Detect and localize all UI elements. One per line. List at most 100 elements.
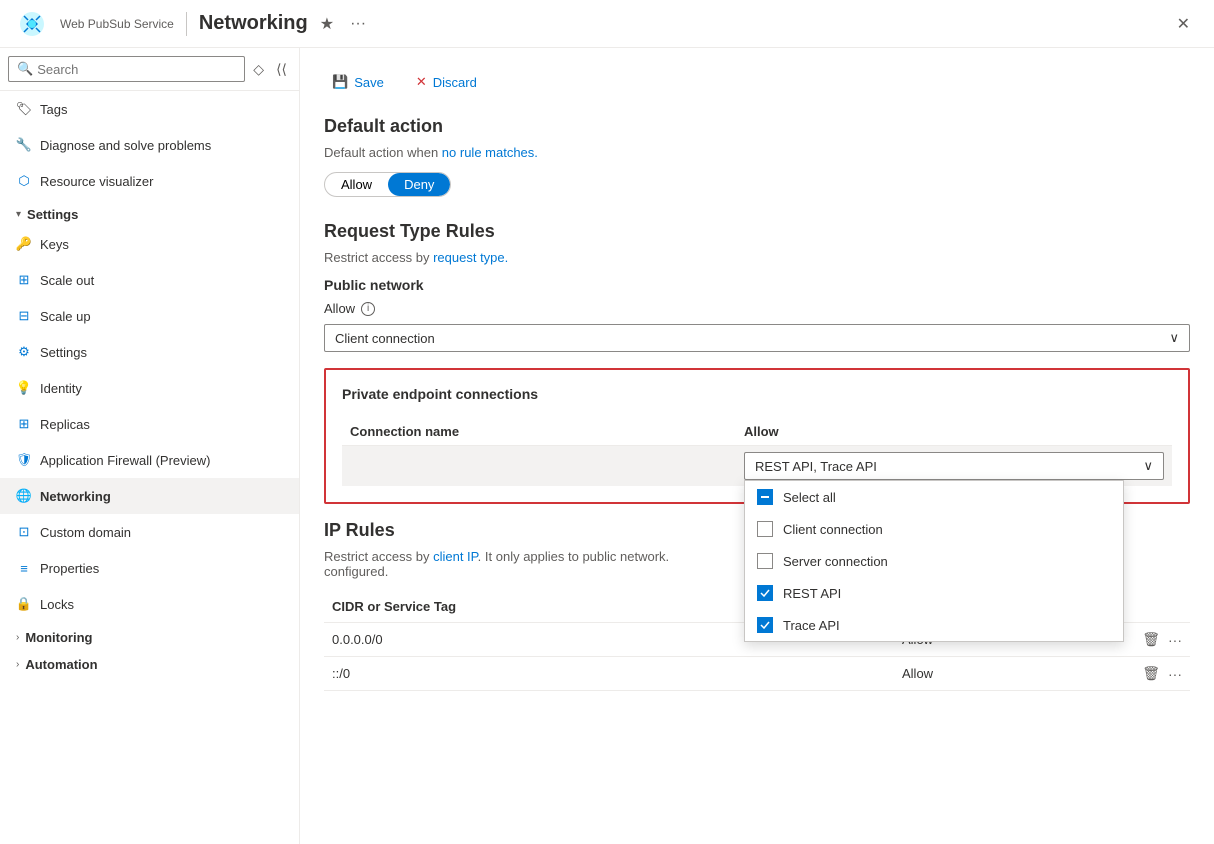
request-type-title: Request Type Rules	[324, 221, 1190, 242]
sidebar-item-label: Scale out	[40, 273, 94, 288]
firewall-icon: 🛡	[16, 452, 32, 468]
discard-button[interactable]: ✕ Discard	[408, 68, 485, 96]
key-icon: 🔑	[16, 236, 32, 252]
pe-dropdown-item-select-all[interactable]: Select all	[745, 481, 1123, 513]
client-ip-link[interactable]: client IP	[433, 549, 478, 564]
more-options-button[interactable]: ···	[346, 11, 370, 37]
network-icon: ⬡	[16, 173, 32, 189]
pe-table: Connection name Allow REST API, Trace AP…	[342, 418, 1172, 486]
allow-label-row: Allow i	[324, 301, 1190, 316]
client-connection-checkbox	[757, 521, 773, 537]
pe-dropdown-arrow-icon: ∨	[1143, 458, 1153, 474]
sidebar-item-settings[interactable]: ⚙ Settings	[0, 334, 299, 370]
public-network-dropdown-value: Client connection	[335, 331, 435, 346]
pe-dropdown-item-server-connection[interactable]: Server connection	[745, 545, 1123, 577]
ip-action-value: Allow	[902, 666, 1102, 681]
sidebar-item-custom-domain[interactable]: ⊡ Custom domain	[0, 514, 299, 550]
chevron-down-icon: ▾	[16, 209, 21, 220]
server-connection-label: Server connection	[783, 554, 888, 569]
allow-toggle-button[interactable]: Allow	[325, 173, 388, 196]
discard-label: Discard	[433, 75, 477, 90]
properties-icon: ≡	[16, 560, 32, 576]
delete-row-button[interactable]: 🗑	[1142, 665, 1160, 682]
sidebar-item-label: Application Firewall (Preview)	[40, 453, 211, 468]
sidebar-section-monitoring[interactable]: › Monitoring	[0, 622, 299, 649]
more-row-button[interactable]: ···	[1168, 631, 1182, 648]
sidebar-section-settings[interactable]: ▾ Settings	[0, 199, 299, 226]
tag-icon: 🏷	[16, 101, 32, 117]
rest-api-checkbox	[757, 585, 773, 601]
sidebar-item-label: Replicas	[40, 417, 90, 432]
settings-icon: ⚙	[16, 344, 32, 360]
save-button[interactable]: 💾 Save	[324, 68, 392, 96]
sidebar-item-label: Identity	[40, 381, 82, 396]
sidebar-item-properties[interactable]: ≡ Properties	[0, 550, 299, 586]
networking-icon: 🌐	[16, 488, 32, 504]
scale-up-icon: ⊟	[16, 308, 32, 324]
default-action-title: Default action	[324, 116, 1190, 137]
section-label: Automation	[25, 657, 97, 672]
pe-dropdown-item-rest-api[interactable]: REST API	[745, 577, 1123, 609]
request-type-rules-section: Request Type Rules Restrict access by re…	[324, 221, 1190, 352]
app-logo	[16, 8, 48, 40]
pe-col-allow-header: Allow	[744, 424, 1164, 439]
close-button[interactable]: ✕	[1169, 10, 1198, 38]
wrench-icon: 🔧	[16, 137, 32, 153]
public-network-label: Public network	[324, 277, 1190, 293]
search-input[interactable]	[37, 62, 236, 77]
header-divider	[186, 12, 187, 36]
pe-dropdown-item-trace-api[interactable]: Trace API	[745, 609, 1123, 641]
sidebar-collapse-button[interactable]: ⟨⟨	[272, 57, 291, 82]
sidebar-search-row: 🔍 ◇ ⟨⟨	[0, 48, 299, 91]
sidebar-item-networking[interactable]: 🌐 Networking	[0, 478, 299, 514]
deny-toggle-button[interactable]: Deny	[388, 173, 450, 196]
server-connection-checkbox	[757, 553, 773, 569]
chevron-right-icon: ›	[16, 659, 19, 670]
search-input-container: 🔍	[8, 56, 245, 82]
pe-allow-dropdown-container: REST API, Trace API ∨ Select all	[744, 452, 1164, 480]
search-icon: 🔍	[17, 61, 33, 77]
main-content: 💾 Save ✕ Discard Default action Default …	[300, 48, 1214, 844]
sidebar-pin-button[interactable]: ◇	[249, 57, 268, 82]
sidebar-item-label: Custom domain	[40, 525, 131, 540]
pe-table-header: Connection name Allow	[342, 418, 1172, 446]
section-label: Settings	[27, 207, 78, 222]
client-connection-label: Client connection	[783, 522, 883, 537]
sidebar-item-tags[interactable]: 🏷 Tags	[0, 91, 299, 127]
sidebar-item-replicas[interactable]: ⊞ Replicas	[0, 406, 299, 442]
pe-col-name-header: Connection name	[350, 424, 744, 439]
allow-deny-toggle: Allow Deny	[324, 172, 451, 197]
sidebar-item-scale-out[interactable]: ⊞ Scale out	[0, 262, 299, 298]
favorite-button[interactable]: ★	[316, 10, 338, 38]
sidebar-item-identity[interactable]: 💡 Identity	[0, 370, 299, 406]
public-network-dropdown[interactable]: Client connection ∨	[324, 324, 1190, 352]
delete-row-button[interactable]: 🗑	[1142, 631, 1160, 648]
sidebar-section-automation[interactable]: › Automation	[0, 649, 299, 676]
pe-dropdown-item-client-connection[interactable]: Client connection	[745, 513, 1123, 545]
discard-icon: ✕	[416, 74, 427, 90]
sidebar-item-app-firewall[interactable]: 🛡 Application Firewall (Preview)	[0, 442, 299, 478]
page-title: Networking	[199, 12, 308, 35]
replicas-icon: ⊞	[16, 416, 32, 432]
request-type-link[interactable]: request type.	[433, 250, 508, 265]
pe-allow-dropdown[interactable]: REST API, Trace API ∨	[744, 452, 1164, 480]
dropdown-arrow-icon: ∨	[1169, 330, 1179, 346]
pe-title: Private endpoint connections	[342, 386, 1172, 402]
sidebar-item-label: Keys	[40, 237, 69, 252]
ip-table-row: ::/0 Allow 🗑 ···	[324, 657, 1190, 691]
sidebar-item-label: Networking	[40, 489, 111, 504]
no-rule-matches-link[interactable]: no rule matches.	[442, 145, 538, 160]
sidebar-item-label: Resource visualizer	[40, 174, 153, 189]
sidebar-item-scale-up[interactable]: ⊟ Scale up	[0, 298, 299, 334]
sidebar-item-label: Tags	[40, 102, 67, 117]
sidebar-item-label: Properties	[40, 561, 99, 576]
sidebar: 🔍 ◇ ⟨⟨ 🏷 Tags 🔧 Diagnose and solve probl…	[0, 48, 300, 844]
pe-dropdown-value: REST API, Trace API	[755, 459, 877, 474]
sidebar-item-resource-visualizer[interactable]: ⬡ Resource visualizer	[0, 163, 299, 199]
scale-out-icon: ⊞	[16, 272, 32, 288]
more-row-button[interactable]: ···	[1168, 665, 1182, 682]
sidebar-item-keys[interactable]: 🔑 Keys	[0, 226, 299, 262]
trace-api-checkbox	[757, 617, 773, 633]
sidebar-item-locks[interactable]: 🔒 Locks	[0, 586, 299, 622]
sidebar-item-diagnose[interactable]: 🔧 Diagnose and solve problems	[0, 127, 299, 163]
